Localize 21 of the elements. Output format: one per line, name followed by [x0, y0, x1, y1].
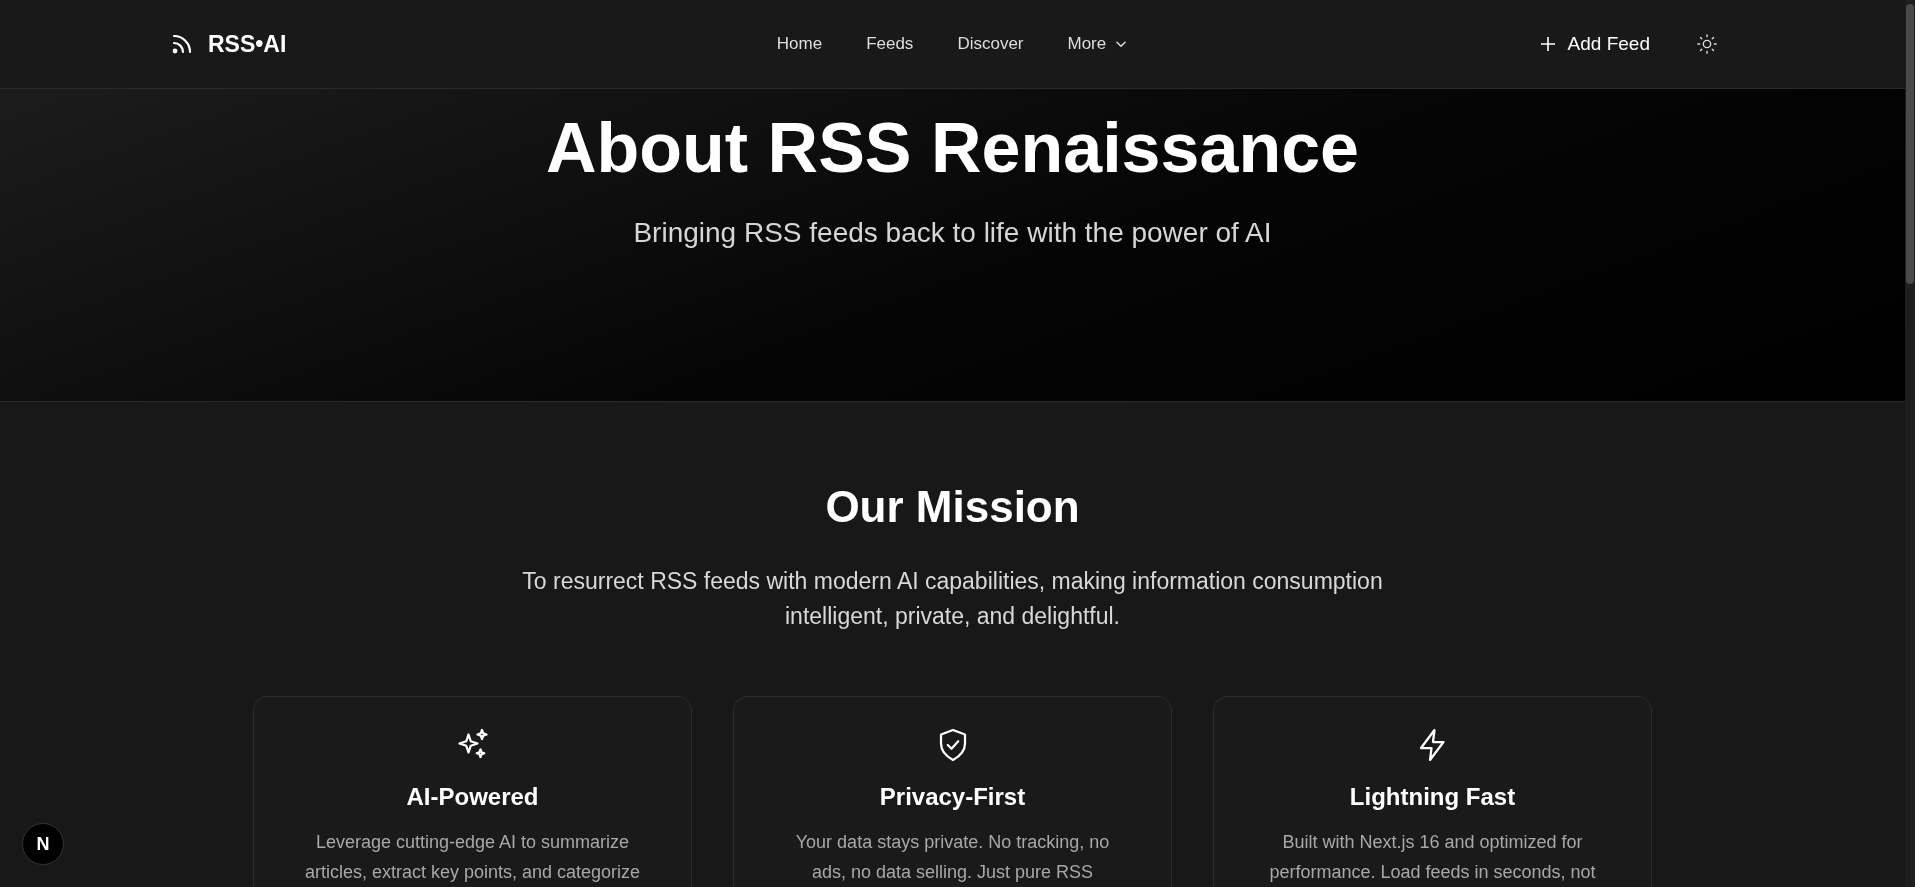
- nav-link[interactable]: More: [1067, 34, 1129, 54]
- card-description: Leverage cutting-edge AI to summarize articles, extract key points, and categorize: [304, 831, 641, 884]
- card-title: AI-Powered: [406, 783, 539, 811]
- nav-link[interactable]: Feeds: [866, 34, 914, 54]
- add-feed-button[interactable]: Add Feed: [1535, 27, 1654, 61]
- site-logo[interactable]: RSS•AI: [208, 30, 287, 58]
- dev-badge[interactable]: N: [22, 823, 64, 865]
- card-title: Privacy-First: [879, 783, 1026, 811]
- card-title: Lightning Fast: [1349, 783, 1516, 811]
- page-title: About RSS Renaissance: [546, 113, 1359, 183]
- scrollbar-thumb[interactable]: [1906, 4, 1914, 284]
- section-heading: Our Mission: [825, 482, 1080, 532]
- plus-icon: [1539, 36, 1556, 52]
- nav-link[interactable]: Discover: [957, 34, 1024, 54]
- nav-link[interactable]: Home: [776, 34, 823, 54]
- page-subtitle: Bringing RSS feeds back to life with the power of AI: [633, 217, 1272, 249]
- card-description: Your data stays private. No tracking, no ads, no data selling. Just pure RSS: [795, 831, 1110, 884]
- mission-text: To resurrect RSS feeds with modern AI capabilities, making information consumption intelligent, private, and delightful.: [521, 567, 1384, 631]
- theme-toggle-button[interactable]: [1694, 31, 1720, 57]
- rss-icon: [170, 32, 194, 56]
- card-description: Built with Next.js 16 and optimized for performance. Load feeds in seconds, not: [1269, 831, 1596, 884]
